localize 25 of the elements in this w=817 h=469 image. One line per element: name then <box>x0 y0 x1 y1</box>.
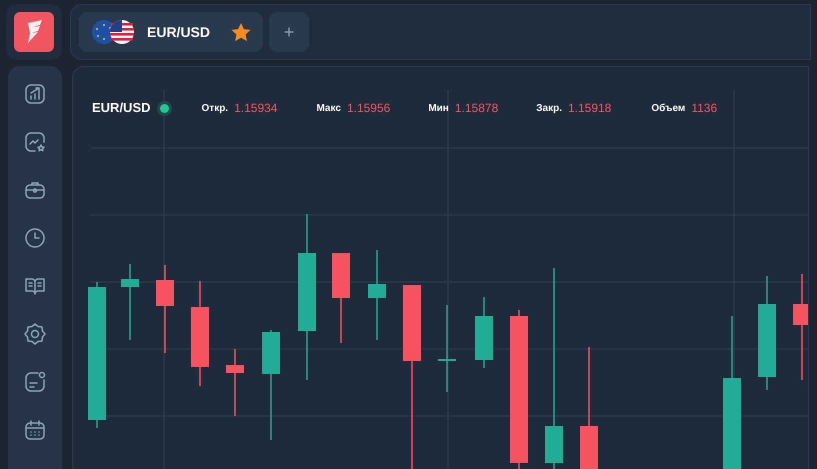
tab-label: EUR/USD <box>147 22 212 42</box>
chart-star-icon[interactable] <box>23 130 47 154</box>
stat-label: Мин <box>428 102 449 116</box>
symbol-tab[interactable]: EUR/USD <box>79 12 263 52</box>
stat-label: Откр. <box>202 102 228 116</box>
star-icon[interactable] <box>231 22 251 42</box>
stat-label: Объем <box>651 102 686 116</box>
stat-value: 1136 <box>691 100 718 117</box>
candlestick <box>226 349 244 416</box>
app-logo[interactable] <box>14 12 54 52</box>
currency-flags-icon <box>91 19 137 45</box>
clock-icon[interactable] <box>23 226 47 250</box>
stat-value: 1.15918 <box>568 100 612 117</box>
stat-label: Закр. <box>536 102 562 116</box>
settings-icon[interactable] <box>23 322 47 346</box>
chart-symbol: EUR/USD <box>92 99 151 118</box>
stat-value: 1.15956 <box>346 100 390 117</box>
note-badge-icon[interactable] <box>23 370 47 394</box>
candlestick <box>475 297 493 368</box>
stat-value: 1.15934 <box>234 100 278 117</box>
add-tab-button[interactable]: + <box>269 12 309 52</box>
stat-value: 1.15878 <box>454 100 498 117</box>
calendar-icon[interactable] <box>23 418 47 442</box>
chart-growth-icon[interactable] <box>23 82 47 106</box>
stat-label: Макс <box>316 102 341 116</box>
